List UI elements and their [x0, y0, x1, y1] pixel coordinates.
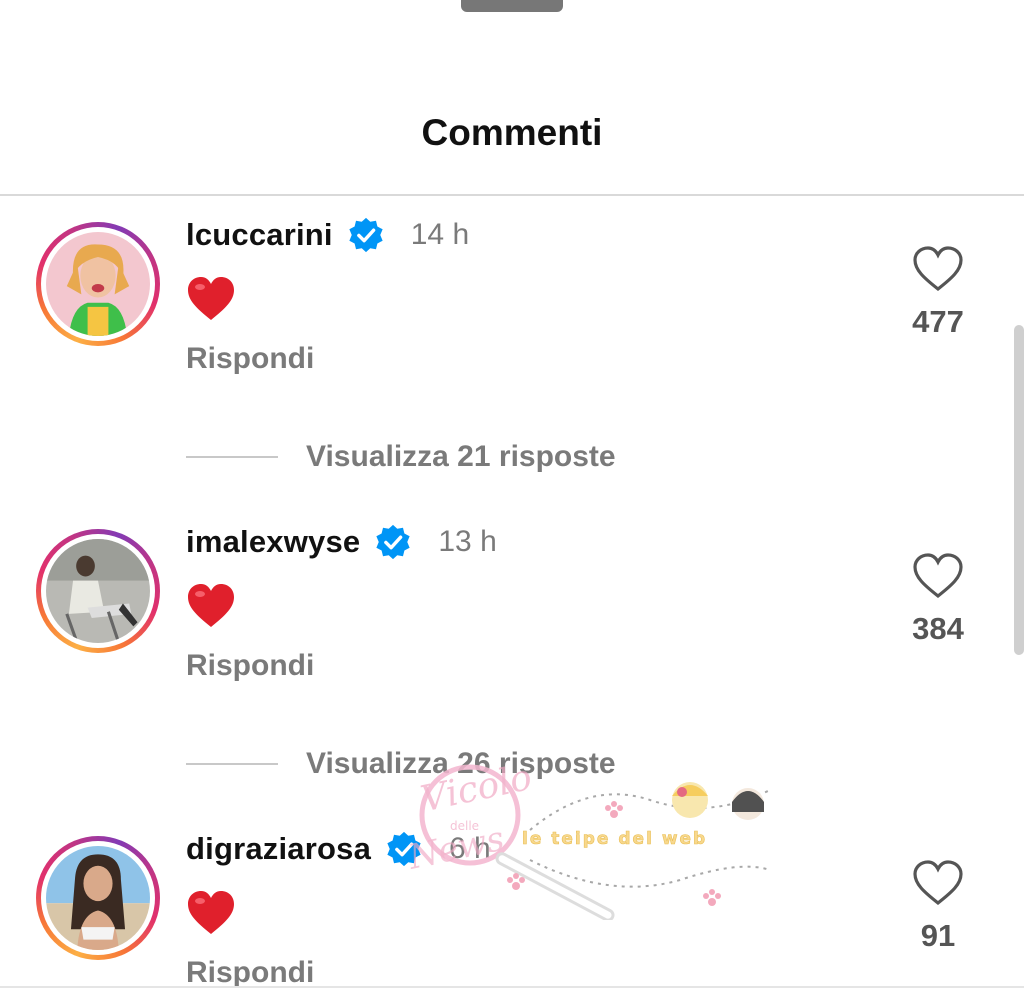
- reply-button[interactable]: Rispondi: [186, 342, 314, 376]
- avatar-photo-icon: [46, 539, 150, 643]
- avatar-photo-icon: [46, 846, 150, 950]
- avatar-photo-icon: [46, 232, 150, 336]
- avatar[interactable]: [36, 222, 160, 346]
- username[interactable]: digraziarosa: [186, 831, 371, 867]
- comment-time: 14 h: [410, 218, 470, 251]
- reply-button[interactable]: Rispondi: [186, 956, 314, 986]
- verified-badge-icon: [387, 831, 421, 867]
- like-heart-icon[interactable]: [912, 553, 964, 599]
- view-replies-line: [186, 456, 278, 458]
- avatar[interactable]: [36, 836, 160, 960]
- view-replies-label: Visualizza 21 risposte: [306, 440, 616, 473]
- comment-time: 6 h: [449, 832, 491, 865]
- red-heart-emoji-icon: [188, 891, 234, 934]
- comment-item: lcuccarini 14 h Rispondi 477: [0, 196, 1024, 376]
- red-heart-emoji-icon: [188, 277, 234, 320]
- comment-time: 13 h: [438, 525, 497, 558]
- verified-badge-icon: [349, 217, 383, 253]
- view-replies-button[interactable]: Visualizza 21 risposte: [186, 440, 616, 474]
- like-count: 477: [912, 304, 964, 339]
- like-count: 384: [912, 611, 964, 646]
- view-replies-label: Visualizza 26 risposte: [306, 747, 616, 780]
- scrollbar[interactable]: [1014, 325, 1024, 655]
- like-heart-icon[interactable]: [912, 860, 964, 906]
- red-heart-emoji-icon: [188, 584, 234, 627]
- bottom-divider: [0, 986, 1024, 988]
- like-heart-icon[interactable]: [912, 246, 964, 292]
- comments-list[interactable]: lcuccarini 14 h Rispondi 477 Visualizza …: [0, 196, 1024, 986]
- view-replies-button[interactable]: Visualizza 26 risposte: [186, 747, 616, 781]
- verified-badge-icon: [376, 524, 410, 560]
- comment-meta: imalexwyse 13 h: [186, 523, 497, 561]
- page-title: Commenti: [421, 112, 603, 153]
- reply-button[interactable]: Rispondi: [186, 649, 314, 683]
- view-replies-line: [186, 763, 278, 765]
- avatar[interactable]: [36, 529, 160, 653]
- like-count: 91: [920, 918, 956, 953]
- comments-sheet: Commenti lcuccarini 14 h Rispondi 477 Vi…: [0, 0, 1024, 1006]
- comment-item: digraziarosa 6 h Rispondi 91: [0, 810, 1024, 986]
- drag-handle[interactable]: [461, 0, 563, 12]
- comment-meta: digraziarosa 6 h: [186, 830, 491, 868]
- comment-meta: lcuccarini 14 h: [186, 216, 469, 254]
- username[interactable]: imalexwyse: [186, 524, 360, 560]
- username[interactable]: lcuccarini: [186, 217, 333, 253]
- comment-item: imalexwyse 13 h Rispondi 384: [0, 503, 1024, 683]
